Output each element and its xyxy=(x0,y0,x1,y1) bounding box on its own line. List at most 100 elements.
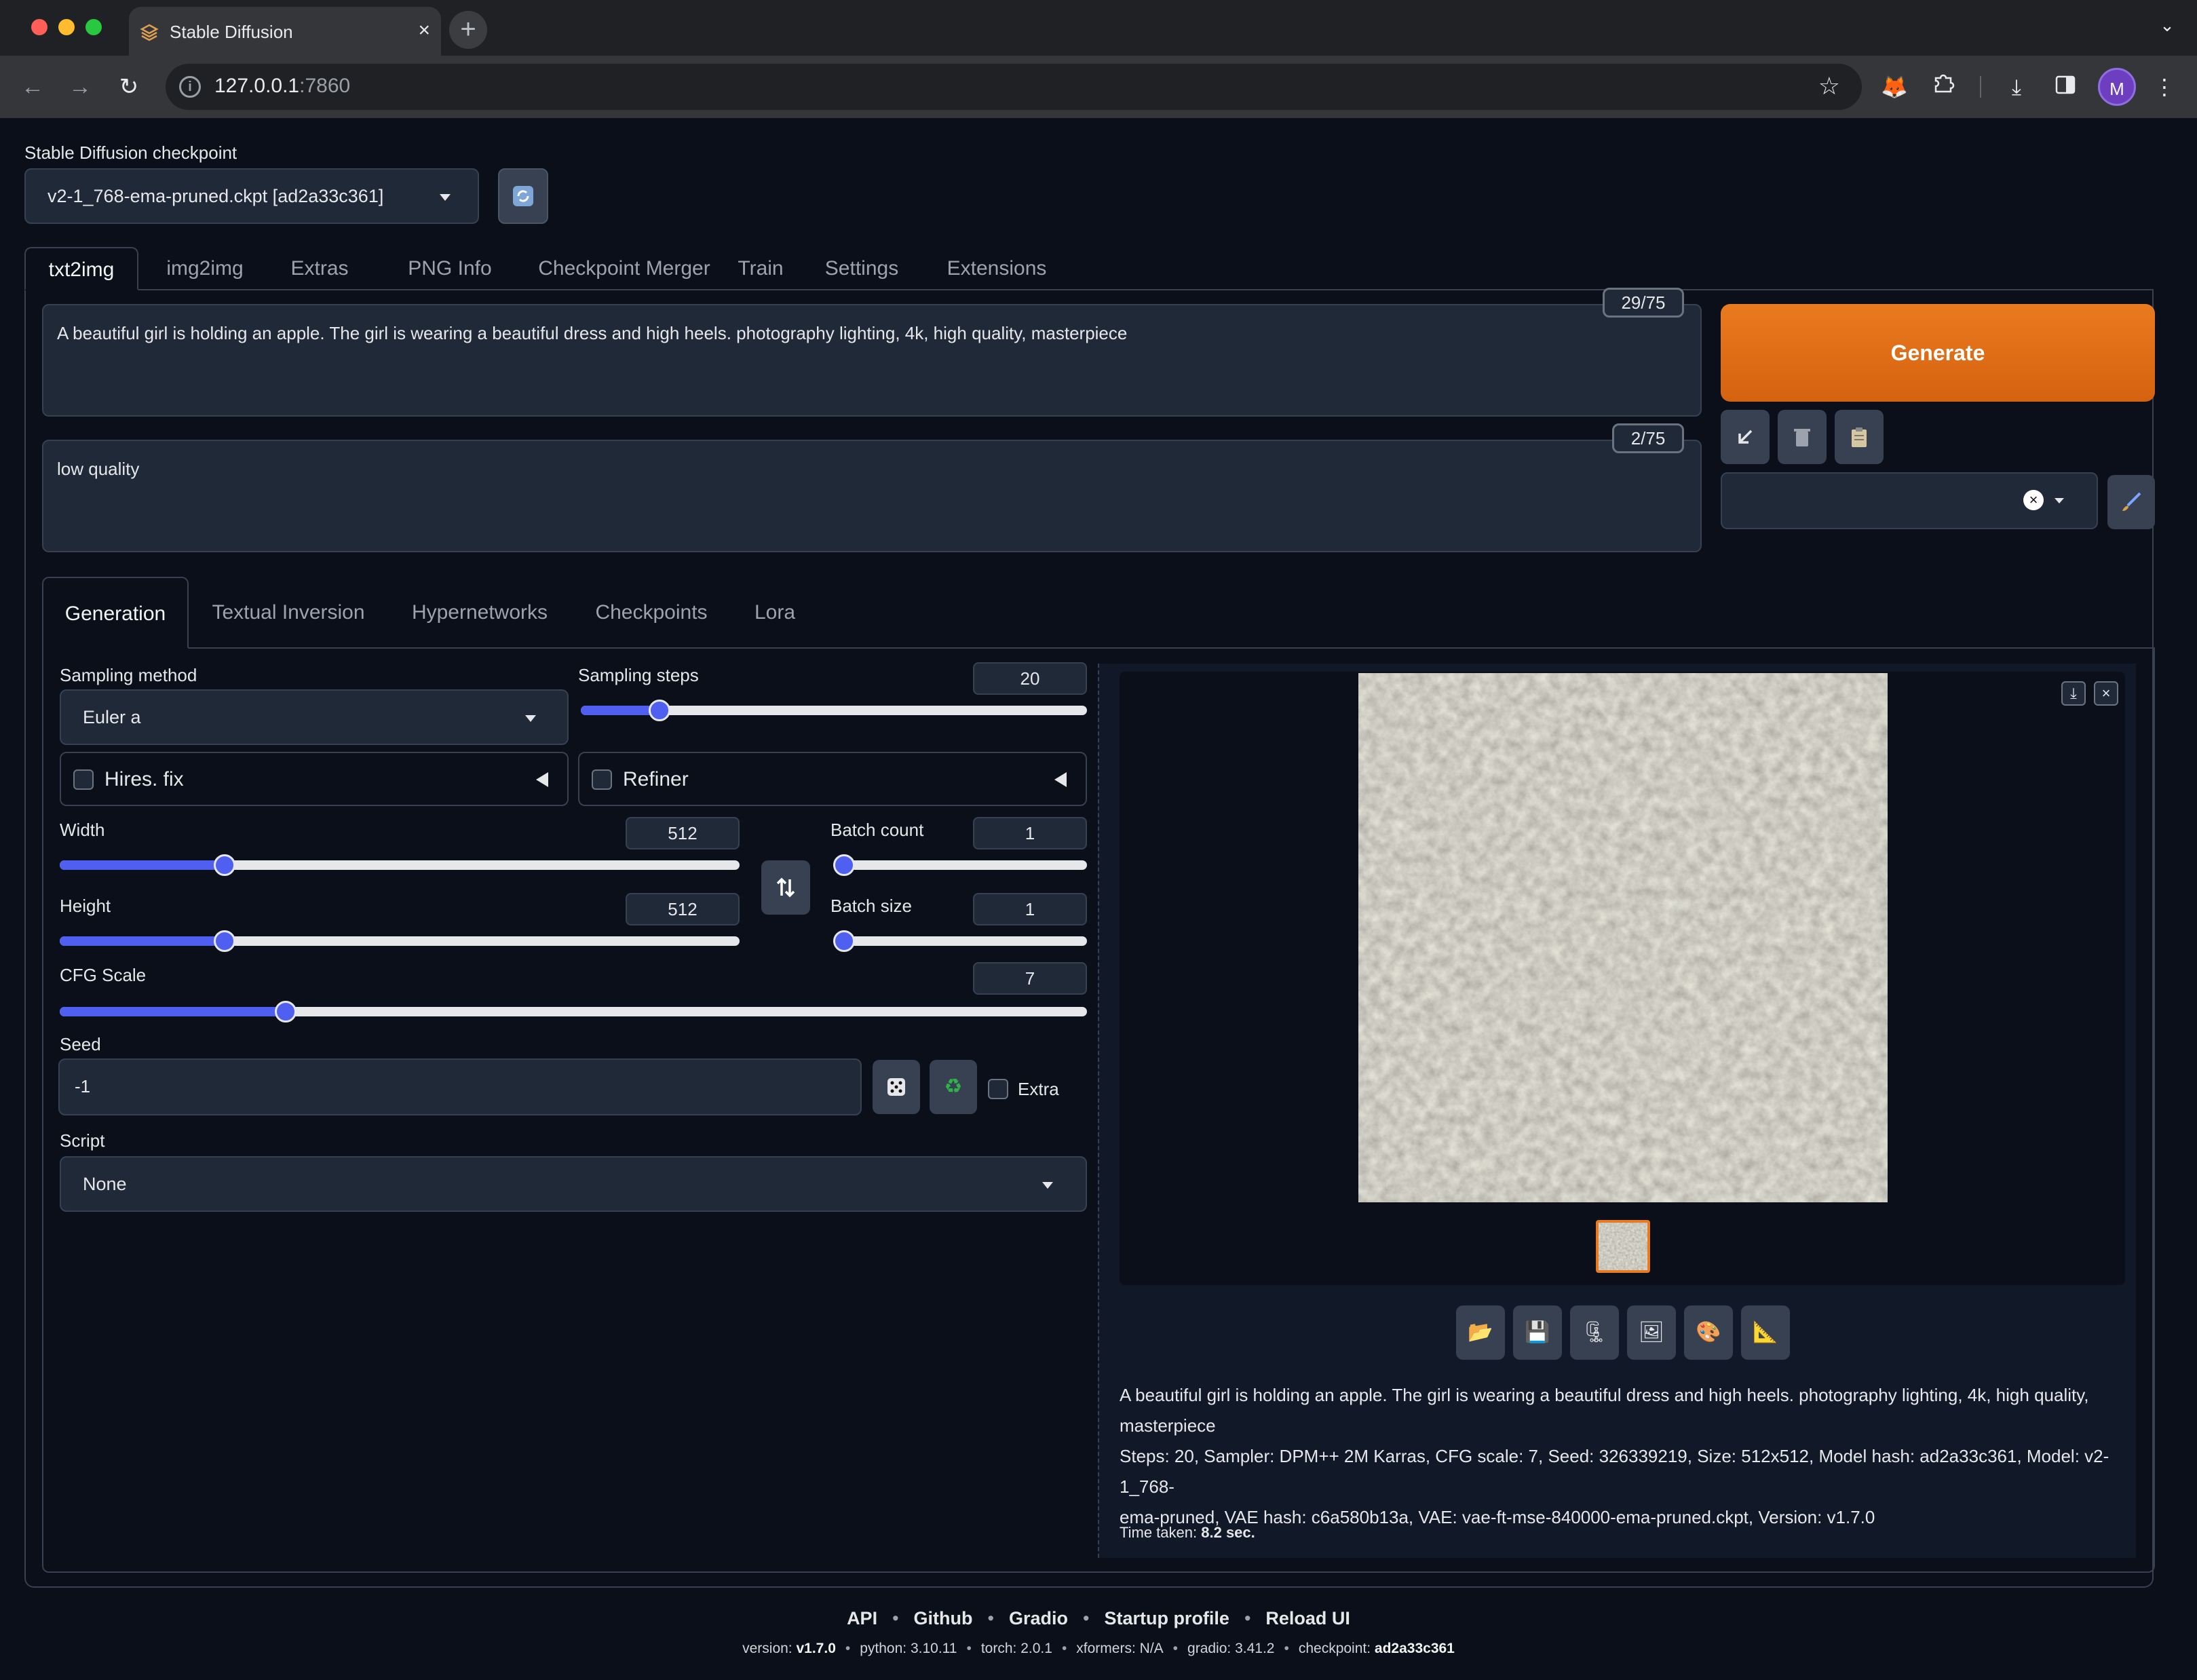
slider-thumb[interactable] xyxy=(833,930,855,952)
gallery-thumbnail[interactable] xyxy=(1596,1220,1650,1273)
generate-button[interactable]: Generate xyxy=(1721,304,2155,402)
batch-size-input[interactable]: 1 xyxy=(973,893,1087,925)
refresh-icon xyxy=(513,186,533,206)
script-dropdown[interactable]: None xyxy=(60,1156,1087,1212)
back-button[interactable]: ← xyxy=(15,69,50,104)
address-bar[interactable]: i 127.0.0.1:7860 ☆ xyxy=(166,64,1862,110)
site-info-icon[interactable]: i xyxy=(179,76,201,98)
xformers-value: N/A xyxy=(1139,1641,1164,1656)
tab-extras[interactable]: Extras xyxy=(282,247,357,290)
footer-separator: • xyxy=(987,1608,994,1628)
send-to-extras-button[interactable]: 📐 xyxy=(1741,1305,1790,1360)
tab-checkpoints[interactable]: Checkpoints xyxy=(585,577,718,649)
tab-generation[interactable]: Generation xyxy=(42,577,189,649)
width-input[interactable]: 512 xyxy=(626,817,740,849)
batch-count-slider[interactable] xyxy=(833,854,1087,876)
batch-size-slider[interactable] xyxy=(833,930,1087,952)
hires-fix-accordion[interactable]: Hires. fix xyxy=(60,752,569,806)
footer-link-github[interactable]: Github xyxy=(914,1608,973,1628)
extensions-puzzle-icon[interactable] xyxy=(1926,69,1961,104)
send-to-inpaint-button[interactable]: 🎨 xyxy=(1684,1305,1733,1360)
edit-styles-button[interactable] xyxy=(2107,475,2155,529)
dice-icon xyxy=(887,1078,905,1096)
tab-checkpoint-merger[interactable]: Checkpoint Merger xyxy=(510,247,738,290)
extra-seed-checkbox[interactable] xyxy=(988,1079,1008,1099)
side-panel-icon[interactable] xyxy=(2048,69,2083,104)
cfg-scale-input[interactable]: 7 xyxy=(973,962,1087,995)
time-taken-label: Time taken: xyxy=(1120,1524,1198,1541)
footer-link-api[interactable]: API xyxy=(847,1608,877,1628)
save-button[interactable]: 💾 xyxy=(1513,1305,1562,1360)
slider-thumb[interactable] xyxy=(275,1001,297,1023)
tab-lora[interactable]: Lora xyxy=(748,577,802,649)
metamask-extension-icon[interactable]: 🦊 xyxy=(1877,69,1912,104)
generated-image[interactable] xyxy=(1358,673,1888,1202)
tab-search-chevron-icon[interactable]: ⌄ xyxy=(2154,15,2181,42)
slider-thumb[interactable] xyxy=(833,854,855,876)
info-params-line1: Steps: 20, Sampler: DPM++ 2M Karras, CFG… xyxy=(1120,1446,2109,1497)
tab-txt2img[interactable]: txt2img xyxy=(24,247,138,290)
browser-menu-icon[interactable]: ⋮ xyxy=(2147,69,2182,104)
slider-thumb[interactable] xyxy=(214,854,235,876)
expand-triangle-icon xyxy=(536,772,548,787)
tab-png-info[interactable]: PNG Info xyxy=(385,247,514,290)
sampling-steps-slider[interactable] xyxy=(581,700,1087,721)
tab-train[interactable]: Train xyxy=(723,247,798,290)
styles-dropdown[interactable]: × xyxy=(1721,472,2098,529)
apply-styles-button[interactable] xyxy=(1835,410,1884,464)
positive-prompt-text: A beautiful girl is holding an apple. Th… xyxy=(57,323,1128,343)
batch-count-input[interactable]: 1 xyxy=(973,817,1087,849)
negative-prompt-input[interactable]: low quality xyxy=(42,440,1702,552)
reload-button[interactable]: ↻ xyxy=(111,69,147,104)
bookmark-star-icon[interactable]: ☆ xyxy=(1818,72,1840,100)
height-input[interactable]: 512 xyxy=(626,893,740,925)
footer-link-startup-profile[interactable]: Startup profile xyxy=(1104,1608,1229,1628)
close-image-icon[interactable]: × xyxy=(2094,681,2118,706)
tab-settings[interactable]: Settings xyxy=(816,247,908,290)
open-folder-button[interactable]: 📂 xyxy=(1456,1305,1505,1360)
refresh-checkpoints-button[interactable] xyxy=(498,168,548,224)
forward-button[interactable]: → xyxy=(62,69,98,104)
footer-link-gradio[interactable]: Gradio xyxy=(1009,1608,1068,1628)
hires-fix-checkbox[interactable] xyxy=(73,769,94,790)
tab-close-icon[interactable]: × xyxy=(418,19,430,42)
random-seed-button[interactable] xyxy=(873,1060,920,1114)
chevron-down-icon xyxy=(525,715,536,722)
clear-prompt-button[interactable] xyxy=(1778,410,1827,464)
sampling-method-dropdown[interactable]: Euler a xyxy=(60,689,569,745)
new-tab-button[interactable]: + xyxy=(449,11,487,49)
chevron-down-icon xyxy=(1042,1182,1053,1189)
reuse-seed-button[interactable]: ♻ xyxy=(930,1060,977,1114)
refiner-checkbox[interactable] xyxy=(592,769,612,790)
clear-styles-icon[interactable]: × xyxy=(2023,490,2044,510)
width-slider[interactable] xyxy=(60,854,740,876)
slider-thumb[interactable] xyxy=(649,700,670,721)
swap-dimensions-button[interactable] xyxy=(761,860,810,915)
window-minimize-button[interactable] xyxy=(58,19,75,35)
read-params-button[interactable] xyxy=(1721,410,1770,464)
height-slider[interactable] xyxy=(60,930,740,952)
browser-tab[interactable]: Stable Diffusion × xyxy=(129,7,441,56)
profile-avatar[interactable]: M xyxy=(2098,68,2136,106)
window-maximize-button[interactable] xyxy=(85,19,102,35)
positive-token-counter: 29/75 xyxy=(1603,288,1684,318)
seed-input[interactable]: -1 xyxy=(58,1058,862,1115)
tab-img2img[interactable]: img2img xyxy=(157,247,252,290)
send-to-img2img-button[interactable]: 🖼 xyxy=(1627,1305,1676,1360)
tab-extensions[interactable]: Extensions xyxy=(934,247,1060,290)
positive-prompt-input[interactable]: A beautiful girl is holding an apple. Th… xyxy=(42,304,1702,417)
hires-fix-label: Hires. fix xyxy=(104,768,184,790)
downloads-icon[interactable]: ⤓ xyxy=(1999,69,2034,104)
xformers-label: xformers: xyxy=(1076,1641,1136,1656)
cfg-scale-slider[interactable] xyxy=(60,1001,1087,1023)
checkpoint-dropdown[interactable]: v2-1_768-ema-pruned.ckpt [ad2a33c361] xyxy=(24,168,479,224)
sampling-steps-input[interactable]: 20 xyxy=(973,662,1087,695)
download-image-icon[interactable]: ⤓ xyxy=(2061,681,2086,706)
window-close-button[interactable] xyxy=(31,19,47,35)
footer-link-reload-ui[interactable]: Reload UI xyxy=(1265,1608,1350,1628)
slider-thumb[interactable] xyxy=(214,930,235,952)
zip-button[interactable]: 🗜 xyxy=(1570,1305,1619,1360)
refiner-accordion[interactable]: Refiner xyxy=(578,752,1087,806)
tab-textual-inversion[interactable]: Textual Inversion xyxy=(204,577,373,649)
tab-hypernetworks[interactable]: Hypernetworks xyxy=(400,577,559,649)
